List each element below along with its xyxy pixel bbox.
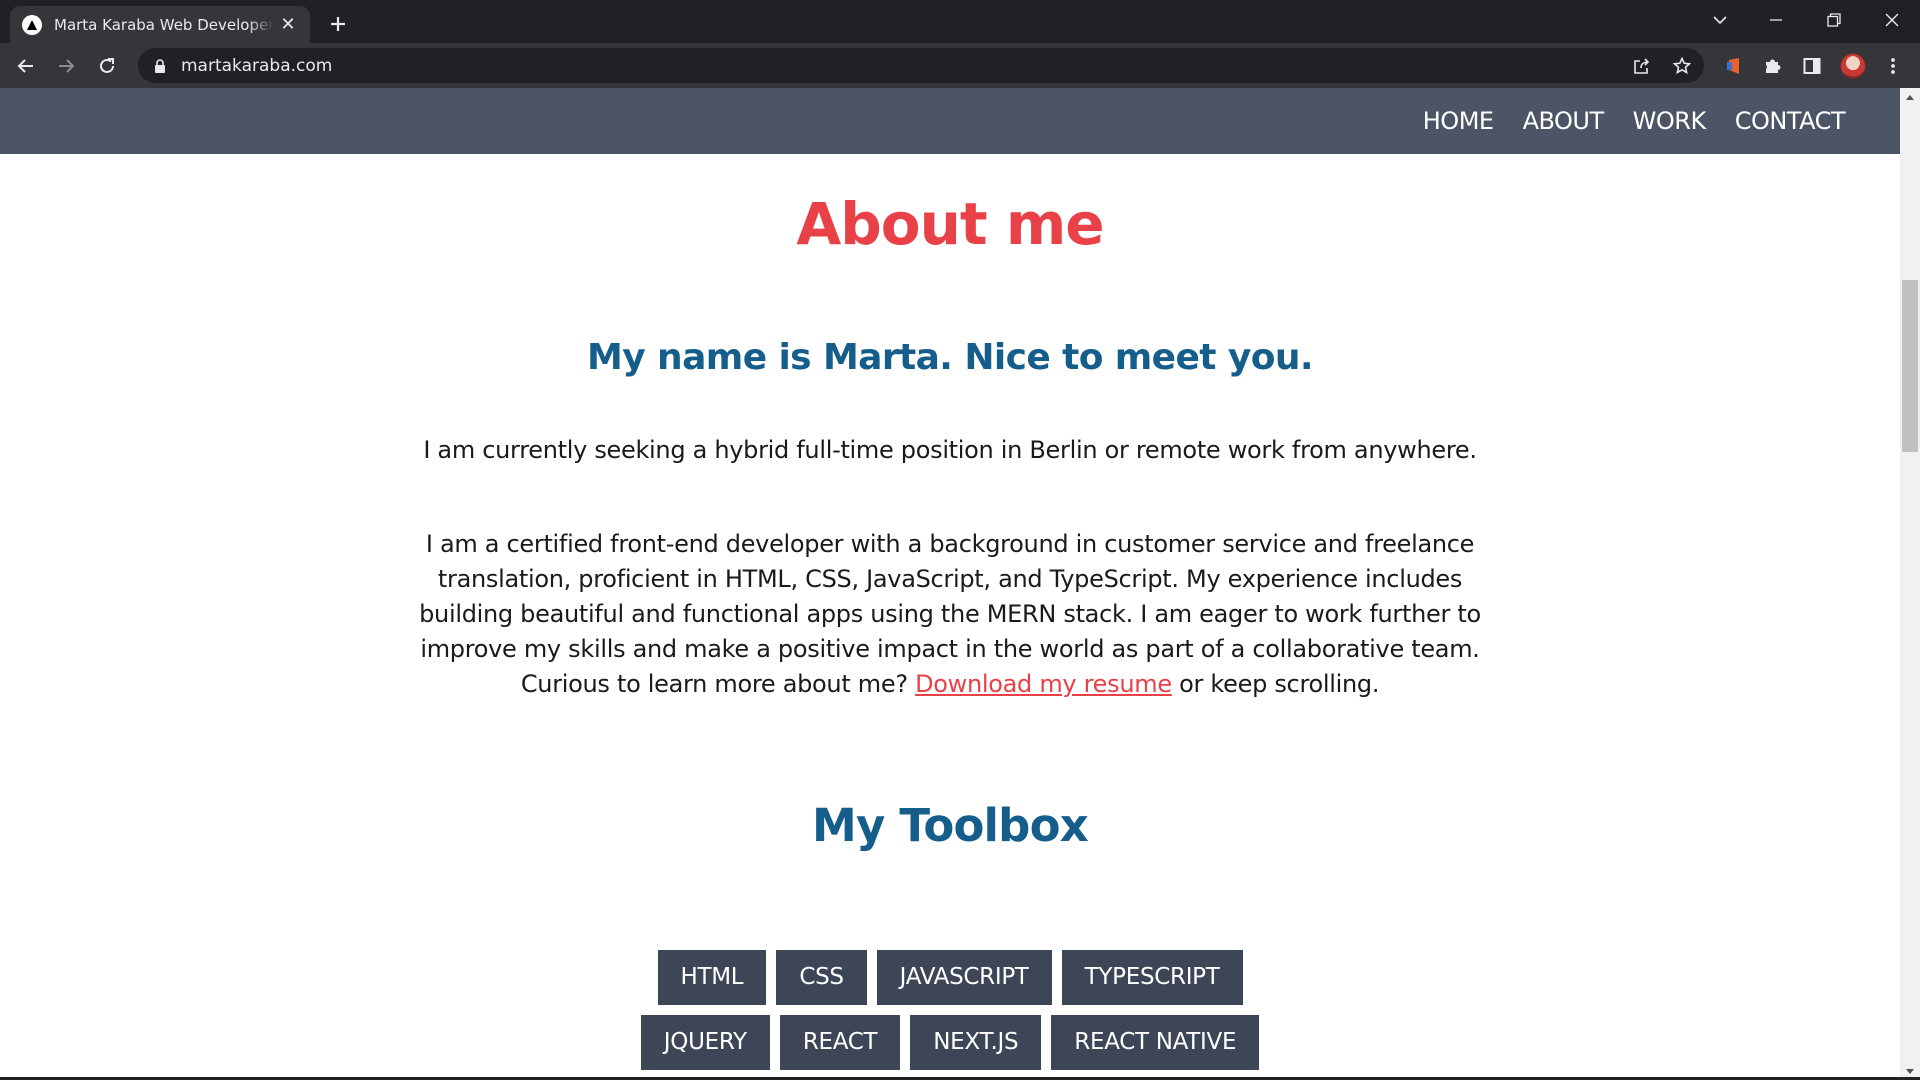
nav-about[interactable]: ABOUT xyxy=(1523,107,1605,135)
tab-strip: Marta Karaba Web Developer Portfolio ✕ xyxy=(0,0,1920,43)
browser-tab[interactable]: Marta Karaba Web Developer Portfolio ✕ xyxy=(10,6,310,43)
back-icon[interactable] xyxy=(10,50,42,82)
toolbox-list: HTML CSS JAVASCRIPT TYPESCRIPT JQUERY RE… xyxy=(0,950,1900,1080)
share-icon[interactable] xyxy=(1632,56,1652,76)
page-scrollbar[interactable] xyxy=(1900,88,1920,1080)
seeking-text: I am currently seeking a hybrid full-tim… xyxy=(423,436,1477,464)
about-title: About me xyxy=(796,190,1104,258)
nav-contact[interactable]: CONTACT xyxy=(1735,107,1846,135)
about-subtitle: My name is Marta. Nice to meet you. xyxy=(587,337,1314,378)
more-icon[interactable] xyxy=(1882,55,1904,77)
toolbox-row: HTML CSS JAVASCRIPT TYPESCRIPT xyxy=(653,950,1248,1005)
extension-icon[interactable] xyxy=(1723,55,1745,77)
close-icon[interactable]: ✕ xyxy=(278,14,298,35)
favicon-icon xyxy=(22,14,42,35)
forward-icon[interactable] xyxy=(50,50,82,82)
tool-chip-css: CSS xyxy=(776,950,867,1005)
tool-chip-react-native: REACT NATIVE xyxy=(1051,1015,1260,1070)
site-nav: HOME ABOUT WORK CONTACT xyxy=(0,88,1900,154)
plus-icon[interactable] xyxy=(322,8,354,40)
lock-icon[interactable] xyxy=(152,58,168,74)
scroll-up-icon[interactable] xyxy=(1900,88,1920,105)
restore-icon[interactable] xyxy=(1806,0,1862,40)
toolbox-title: My Toolbox xyxy=(812,799,1089,852)
chevron-down-icon[interactable] xyxy=(1692,0,1748,40)
tab-title: Marta Karaba Web Developer Portfolio xyxy=(54,15,274,34)
address-bar[interactable]: martakaraba.com xyxy=(138,48,1704,83)
star-icon[interactable] xyxy=(1672,56,1692,76)
bio-paragraph: I am a certified front-end developer wit… xyxy=(395,527,1505,702)
nav-work[interactable]: WORK xyxy=(1633,107,1707,135)
tool-chip-jquery: JQUERY xyxy=(640,1015,770,1070)
tool-chip-typescript: TYPESCRIPT xyxy=(1061,950,1243,1005)
url-text[interactable]: martakaraba.com xyxy=(181,56,332,76)
avatar[interactable] xyxy=(1840,53,1866,79)
tool-chip-html: HTML xyxy=(657,950,767,1005)
scroll-thumb[interactable] xyxy=(1902,280,1918,452)
download-resume-link[interactable]: Download my resume xyxy=(915,670,1172,698)
tool-chip-javascript: JAVASCRIPT xyxy=(876,950,1052,1005)
reload-icon[interactable] xyxy=(91,50,123,82)
minimize-icon[interactable] xyxy=(1748,0,1804,40)
bio-text-end: or keep scrolling. xyxy=(1171,670,1380,698)
tool-chip-nextjs: NEXT.JS xyxy=(910,1015,1042,1070)
page-viewport: HOME ABOUT WORK CONTACT About me My name… xyxy=(0,88,1900,1080)
side-panel-icon[interactable] xyxy=(1801,55,1823,77)
nav-home[interactable]: HOME xyxy=(1423,107,1494,135)
toolbox-row: JQUERY REACT NEXT.JS REACT NATIVE xyxy=(636,1015,1264,1070)
browser-toolbar: martakaraba.com xyxy=(0,43,1920,88)
puzzle-icon[interactable] xyxy=(1762,55,1784,77)
tool-chip-react: REACT xyxy=(779,1015,901,1070)
window-close-icon[interactable] xyxy=(1864,0,1920,40)
